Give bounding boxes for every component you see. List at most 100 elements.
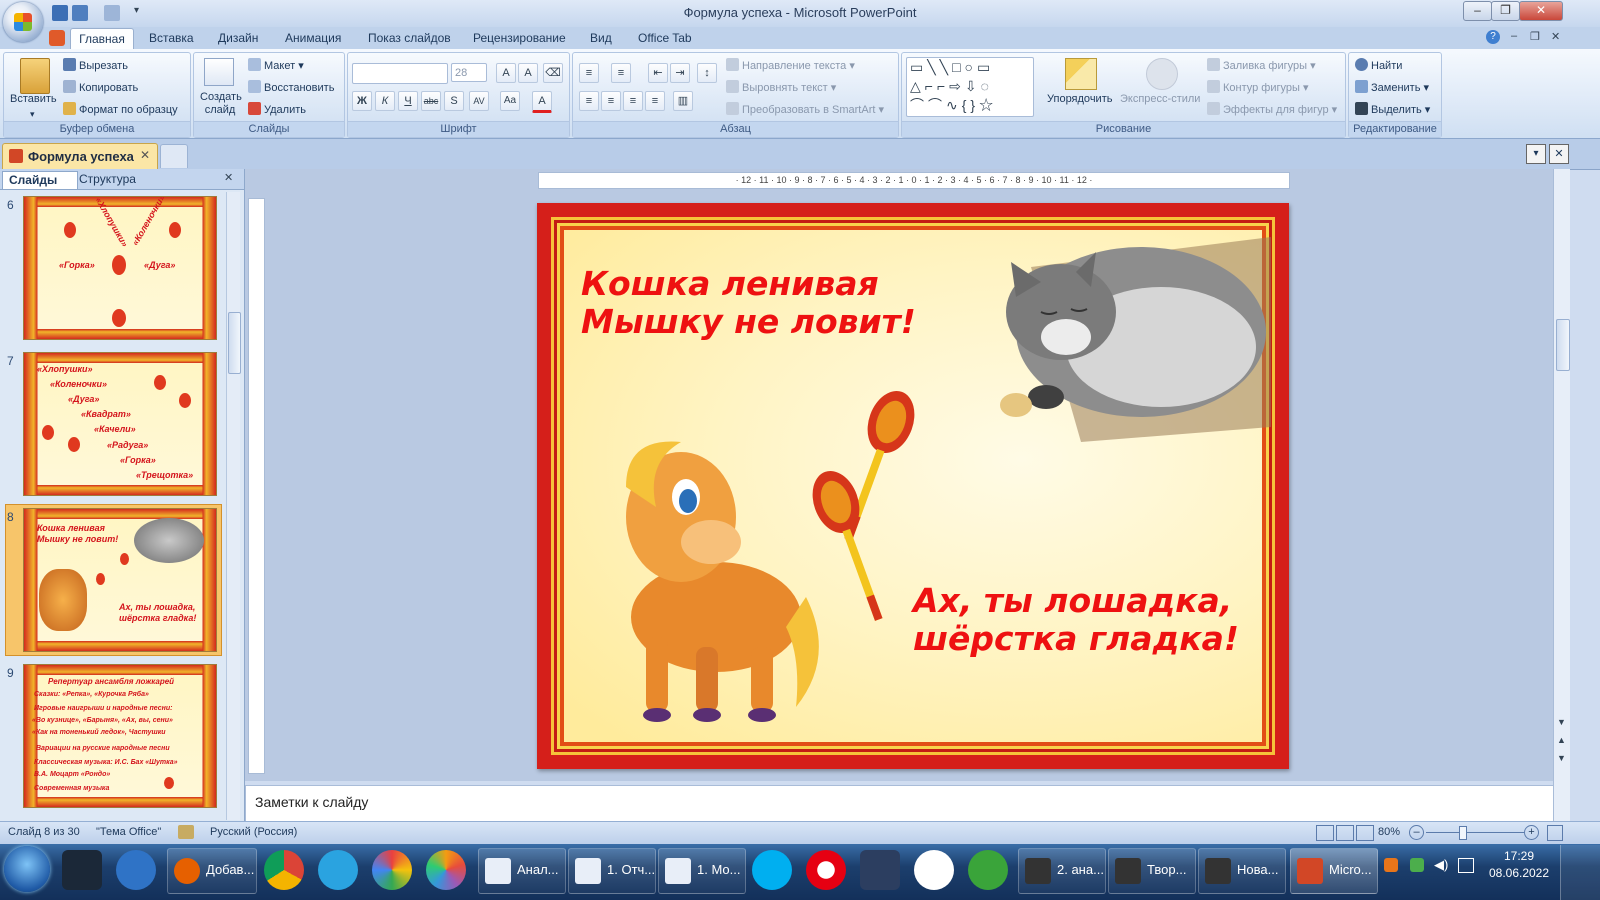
taskbar-word-3[interactable]: 1. Мо... (658, 848, 746, 894)
taskbar-window-1[interactable]: 2. ана... (1018, 848, 1106, 894)
slide-thumbnail-6[interactable]: «Горка» «Дуга» «Коленочки» «Хлопушки» (23, 196, 217, 340)
reset-button[interactable]: Восстановить (248, 80, 334, 94)
new-slide-icon[interactable] (204, 58, 234, 86)
document-tab[interactable]: Формула успеха ✕ (2, 143, 158, 169)
next-slide-icon[interactable]: ▼ (1557, 753, 1566, 763)
font-name-select[interactable] (352, 63, 448, 84)
slide-canvas[interactable]: Кошка ленивая Мышку не ловит! Ах, ты лош… (537, 203, 1289, 769)
line-spacing-button[interactable]: ↕ (697, 63, 717, 83)
spacing-button[interactable]: AV (469, 91, 489, 111)
opera-icon[interactable] (806, 850, 846, 890)
paste-dropdown-icon[interactable]: ▾ (30, 109, 35, 120)
zoom-out-icon[interactable]: – (1409, 825, 1424, 840)
shape-outline-button[interactable]: Контур фигуры ▾ (1207, 80, 1309, 94)
new-slide-button[interactable]: Создать слайд (200, 91, 242, 117)
replace-button[interactable]: Заменить ▾ (1355, 80, 1429, 94)
columns-button[interactable]: ▥ (673, 91, 693, 111)
tab-office-tab[interactable]: Office Tab (638, 31, 692, 48)
pane-scroll-thumb[interactable] (228, 312, 241, 374)
underline-button[interactable]: Ч (398, 91, 418, 111)
arrange-button[interactable]: Упорядочить (1047, 93, 1112, 105)
horizontal-ruler[interactable]: · 12 · 11 · 10 · 9 · 8 · 7 · 6 · 5 · 4 ·… (538, 172, 1290, 189)
clear-format-button[interactable]: ⌫ (543, 63, 563, 83)
chrome-icon[interactable] (264, 850, 304, 890)
bold-button[interactable]: Ж (352, 91, 372, 111)
zoom-level[interactable]: 80% (1378, 826, 1400, 838)
slide-thumbnail-7[interactable]: «Хлопушки» «Коленочки» «Дуга» «Квадрат» … (23, 352, 217, 496)
shape-fill-button[interactable]: Заливка фигуры ▾ (1207, 58, 1316, 72)
show-desktop-button[interactable] (1560, 845, 1600, 900)
smartart-button[interactable]: Преобразовать в SmartArt ▾ (726, 102, 884, 116)
increase-indent-button[interactable]: ⇥ (670, 63, 690, 83)
find-button[interactable]: Найти (1355, 58, 1402, 72)
quick-styles-icon[interactable] (1146, 58, 1178, 90)
taskbar-window-2[interactable]: Твор... (1108, 848, 1196, 894)
ribbon-close-icon[interactable]: ✕ (1551, 30, 1560, 43)
font-color-button[interactable]: A (532, 91, 552, 113)
justify-button[interactable]: ≡ (645, 91, 665, 111)
maximize-button[interactable]: ❐ (1491, 1, 1520, 21)
new-tab-button[interactable] (160, 144, 188, 168)
scroll-down-icon[interactable]: ▼ (1557, 717, 1566, 727)
pinwheel-app-icon[interactable] (426, 850, 466, 890)
minimize-button[interactable]: – (1463, 1, 1492, 21)
text-direction-button[interactable]: Направление текста ▾ (726, 58, 855, 72)
ribbon-restore-icon[interactable]: ❐ (1530, 30, 1540, 43)
telegram-icon[interactable] (318, 850, 358, 890)
paste-icon[interactable] (20, 58, 50, 94)
tray-volume-icon[interactable]: ◀) (1434, 857, 1448, 873)
change-case-button[interactable]: Aa (500, 91, 520, 111)
tab-home[interactable]: Главная (70, 28, 134, 50)
strikethrough-button[interactable]: abc (421, 91, 441, 111)
shrink-font-button[interactable]: A (518, 63, 538, 83)
vpn-app-icon[interactable] (860, 850, 900, 890)
slide-text-line[interactable]: Кошка ленивая (581, 265, 879, 303)
align-left-button[interactable]: ≡ (579, 91, 599, 111)
tab-list-icon[interactable]: ▾ (1526, 144, 1546, 164)
yandex-browser-icon[interactable] (914, 850, 954, 890)
clock-time[interactable]: 17:29 (1484, 849, 1554, 863)
layout-button[interactable]: Макет ▾ (248, 58, 304, 72)
photos-icon[interactable] (372, 850, 412, 890)
taskbar-powerpoint[interactable]: Micro... (1290, 848, 1378, 894)
notes-pane[interactable]: Заметки к слайду (245, 785, 1554, 822)
tray-network-icon[interactable] (1410, 858, 1424, 872)
delete-slide-button[interactable]: Удалить (248, 102, 306, 116)
copy-button[interactable]: Копировать (63, 80, 138, 94)
normal-view-icon[interactable] (1316, 825, 1334, 841)
zoom-slider[interactable] (1426, 832, 1524, 833)
quick-styles-button[interactable]: Экспресс-стили (1120, 93, 1200, 105)
tab-animation[interactable]: Анимация (285, 31, 341, 48)
slide-text-line[interactable]: Ах, ты лошадка, (913, 582, 1232, 620)
steam-icon[interactable] (62, 850, 102, 890)
italic-button[interactable]: К (375, 91, 395, 111)
document-tab-close-icon[interactable]: ✕ (140, 148, 150, 162)
bullets-button[interactable]: ≡ (579, 63, 599, 83)
slide-thumbnail-9[interactable]: Репертуар ансамбля ложкарей Сказки: «Реп… (23, 664, 217, 808)
fit-slide-icon[interactable] (1547, 825, 1563, 841)
font-size-select[interactable]: 28 (451, 63, 487, 82)
taskbar-firefox[interactable]: Добав... (167, 848, 257, 894)
pane-scrollbar[interactable] (226, 192, 241, 820)
tray-fox-icon[interactable] (1384, 858, 1398, 872)
editor-scroll-thumb[interactable] (1556, 319, 1570, 371)
grow-font-button[interactable]: A (496, 63, 516, 83)
arrange-icon[interactable] (1065, 58, 1097, 90)
ribbon-minimize-icon[interactable]: – (1511, 30, 1517, 42)
slideshow-view-icon[interactable] (1356, 825, 1374, 841)
shape-effects-button[interactable]: Эффекты для фигур ▾ (1207, 102, 1337, 116)
format-painter-button[interactable]: Формат по образцу (63, 102, 178, 116)
qbittorrent-icon[interactable] (116, 850, 156, 890)
redo-icon[interactable] (104, 5, 120, 21)
zoom-slider-handle[interactable] (1459, 826, 1467, 840)
tray-display-icon[interactable] (1458, 858, 1474, 873)
start-button-icon[interactable] (4, 846, 50, 892)
align-right-button[interactable]: ≡ (623, 91, 643, 111)
paste-button[interactable]: Вставить (10, 93, 57, 105)
previous-slide-icon[interactable]: ▲ (1557, 735, 1566, 745)
skype-icon[interactable] (752, 850, 792, 890)
tab-slideshow[interactable]: Показ слайдов (368, 31, 451, 48)
undo-icon[interactable] (72, 5, 88, 21)
decrease-indent-button[interactable]: ⇤ (648, 63, 668, 83)
select-button[interactable]: Выделить ▾ (1355, 102, 1430, 116)
